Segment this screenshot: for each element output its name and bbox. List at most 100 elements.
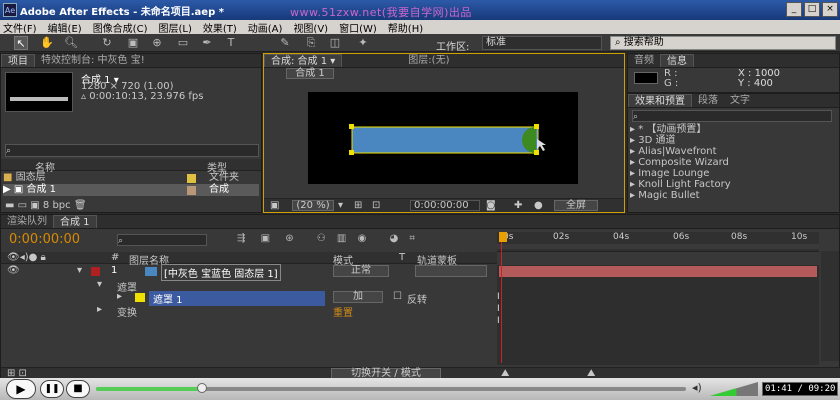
resolution-select[interactable]: 全屏 xyxy=(554,200,598,211)
menu-view[interactable]: 视图(V) xyxy=(293,20,328,35)
mask-group-row[interactable]: ▾ 遮罩 xyxy=(1,279,497,294)
tab-project[interactable]: 项目 xyxy=(1,54,35,67)
minimize-button[interactable]: _ xyxy=(786,2,802,17)
visibility-eye-icon[interactable]: 👁︎ xyxy=(7,265,20,276)
channel-icon[interactable]: ✚ xyxy=(514,200,522,211)
draft-3d-icon[interactable]: ⊛ xyxy=(285,233,297,244)
tab-audio[interactable]: 音频 xyxy=(628,54,660,67)
comp-breadcrumb[interactable]: 合成 1 xyxy=(286,68,334,79)
maximize-button[interactable]: □ xyxy=(804,2,820,17)
live-update-icon[interactable]: ▣ xyxy=(261,233,274,244)
reset-link[interactable]: 重置 xyxy=(333,304,353,319)
tab-timeline-comp[interactable]: 合成 1 xyxy=(53,215,97,228)
rotate-tool-icon[interactable]: ↻ xyxy=(100,36,114,50)
play-button[interactable]: ▶ xyxy=(6,379,36,399)
trash-icon[interactable]: 🗑︎ xyxy=(74,200,87,211)
mask-mode-select[interactable]: 加 xyxy=(333,291,383,303)
puppet-tool-icon[interactable]: ✦ xyxy=(356,36,370,50)
mask-tool-icon[interactable]: ▭ xyxy=(176,36,190,50)
camera-tool-icon[interactable]: ▣ xyxy=(126,36,140,50)
stop-button[interactable]: ■ xyxy=(66,380,90,398)
always-preview-icon[interactable]: ▣ xyxy=(270,200,279,211)
keyframe-marker[interactable]: I xyxy=(497,304,500,314)
safe-zones-icon[interactable]: ⊞ xyxy=(354,200,362,211)
search-help-input[interactable]: ⌕ 搜索帮助 xyxy=(610,36,836,50)
mask-row[interactable]: ▸ 遮罩 1 加 ☐ 反转 xyxy=(1,291,497,306)
transform-twirl-icon[interactable]: ▸ xyxy=(97,304,102,315)
current-time-indicator[interactable] xyxy=(501,235,502,363)
keyframe-marker[interactable]: I xyxy=(497,316,500,326)
menu-edit[interactable]: 编辑(E) xyxy=(48,20,82,35)
time-ruler[interactable]: 0s 02s 04s 06s 08s 10s xyxy=(497,232,819,252)
new-comp-icon[interactable]: ▣ xyxy=(30,200,43,211)
layer-row[interactable]: 👁︎ ▾ 1 [中灰色 宝蓝色 固态层 1] 正常 xyxy=(1,264,497,281)
layer-label-color[interactable] xyxy=(91,267,100,276)
project-item-comp[interactable]: ▶ ▣ 合成 1 合成 xyxy=(3,184,259,196)
timeline-scrollbar[interactable] xyxy=(821,251,839,361)
mask1-twirl-icon[interactable]: ▸ xyxy=(117,291,122,302)
tab-info[interactable]: 信息 xyxy=(660,54,694,67)
zoom-tool-icon[interactable]: 🔍︎ xyxy=(64,36,78,50)
menu-layer[interactable]: 图层(L) xyxy=(158,20,191,35)
invert-checkbox[interactable]: ☐ xyxy=(393,291,402,302)
type-tool-icon[interactable]: T xyxy=(224,36,238,50)
selection-tool-icon[interactable]: ↖ xyxy=(14,36,28,50)
mask-color-swatch[interactable] xyxy=(135,293,145,302)
menu-file[interactable]: 文件(F) xyxy=(3,20,37,35)
comp-timecode[interactable]: 0:00:00:00 xyxy=(410,200,480,211)
col-t[interactable]: T xyxy=(399,252,405,263)
transform-row[interactable]: ▸ 变换 重置 xyxy=(1,304,497,319)
project-item-folder[interactable]: ■ 固态层 文件夹 xyxy=(3,172,259,184)
effects-search-input[interactable]: ⌕ xyxy=(632,110,832,122)
zoom-dropdown-icon[interactable]: ▾ xyxy=(338,200,343,211)
layer-duration-bar[interactable] xyxy=(499,266,817,277)
work-area-bar[interactable] xyxy=(497,244,819,249)
seek-knob[interactable] xyxy=(197,383,208,393)
playhead-handle[interactable] xyxy=(499,232,507,242)
tab-layer[interactable]: 图层:(无) xyxy=(402,54,455,67)
pause-button[interactable]: ❚❚ xyxy=(40,380,64,398)
shy-icon[interactable]: ⚇ xyxy=(317,233,329,244)
brainstorm-icon[interactable]: ⌗ xyxy=(409,233,415,244)
keyframe-marker[interactable]: I xyxy=(497,292,500,302)
bpc-label[interactable]: 8 bpc xyxy=(43,200,71,211)
comp-mini-flowchart-icon[interactable]: ⇶ xyxy=(237,233,249,244)
frame-blending-icon[interactable]: ▥ xyxy=(337,233,350,244)
menu-help[interactable]: 帮助(H) xyxy=(388,20,423,35)
interpret-footage-icon[interactable]: ▬ xyxy=(5,200,18,211)
pen-tool-icon[interactable]: ✒ xyxy=(200,36,214,50)
workspace-select[interactable]: 标准 xyxy=(482,36,602,50)
pan-behind-tool-icon[interactable]: ⊕ xyxy=(150,36,164,50)
menu-effect[interactable]: 效果(T) xyxy=(203,20,237,35)
trkmat-select[interactable] xyxy=(415,265,487,277)
volume-icon[interactable]: ◂) xyxy=(692,381,702,394)
zoom-select[interactable]: (20 %) xyxy=(292,200,334,211)
tab-paragraph[interactable]: 段落 xyxy=(692,94,724,107)
tab-effects-presets[interactable]: 效果和预置 xyxy=(628,94,692,107)
grid-icon[interactable]: ⊡ xyxy=(372,200,380,211)
close-button[interactable]: × xyxy=(822,2,838,17)
project-search-input[interactable]: ⌕ xyxy=(5,144,259,157)
volume-slider[interactable] xyxy=(710,382,758,396)
layer-mode-select[interactable]: 正常 xyxy=(333,265,389,277)
menu-window[interactable]: 窗口(W) xyxy=(339,20,377,35)
tab-effect-controls[interactable]: 特效控制台: 中灰色 宝! xyxy=(35,54,151,67)
timeline-timecode[interactable]: 0:00:00:00 xyxy=(9,232,80,247)
graph-editor-icon[interactable]: ◕ xyxy=(389,233,401,244)
hand-tool-icon[interactable]: ✋ xyxy=(40,36,54,50)
tab-render-queue[interactable]: 渲染队列 xyxy=(1,215,53,228)
motion-blur-icon[interactable]: ◉ xyxy=(358,233,370,244)
new-folder-icon[interactable]: ▭ xyxy=(18,200,31,211)
tab-composition[interactable]: 合成: 合成 1 ▾ xyxy=(264,54,343,67)
eraser-tool-icon[interactable]: ◫ xyxy=(328,36,342,50)
timeline-graph-area[interactable]: I I I xyxy=(497,235,819,365)
effect-category[interactable]: ▸ Magic Bullet xyxy=(630,190,837,202)
color-channel-icon[interactable]: ● xyxy=(534,200,543,211)
timeline-search-input[interactable]: ⌕ xyxy=(117,234,207,246)
layer-twirl-icon[interactable]: ▾ xyxy=(77,265,82,276)
clone-tool-icon[interactable]: ⎘ xyxy=(304,36,318,50)
menu-animation[interactable]: 动画(A) xyxy=(248,20,283,35)
brush-tool-icon[interactable]: ✎ xyxy=(278,36,292,50)
snapshot-icon[interactable]: ◙ xyxy=(486,200,496,211)
menu-composition[interactable]: 图像合成(C) xyxy=(93,20,148,35)
